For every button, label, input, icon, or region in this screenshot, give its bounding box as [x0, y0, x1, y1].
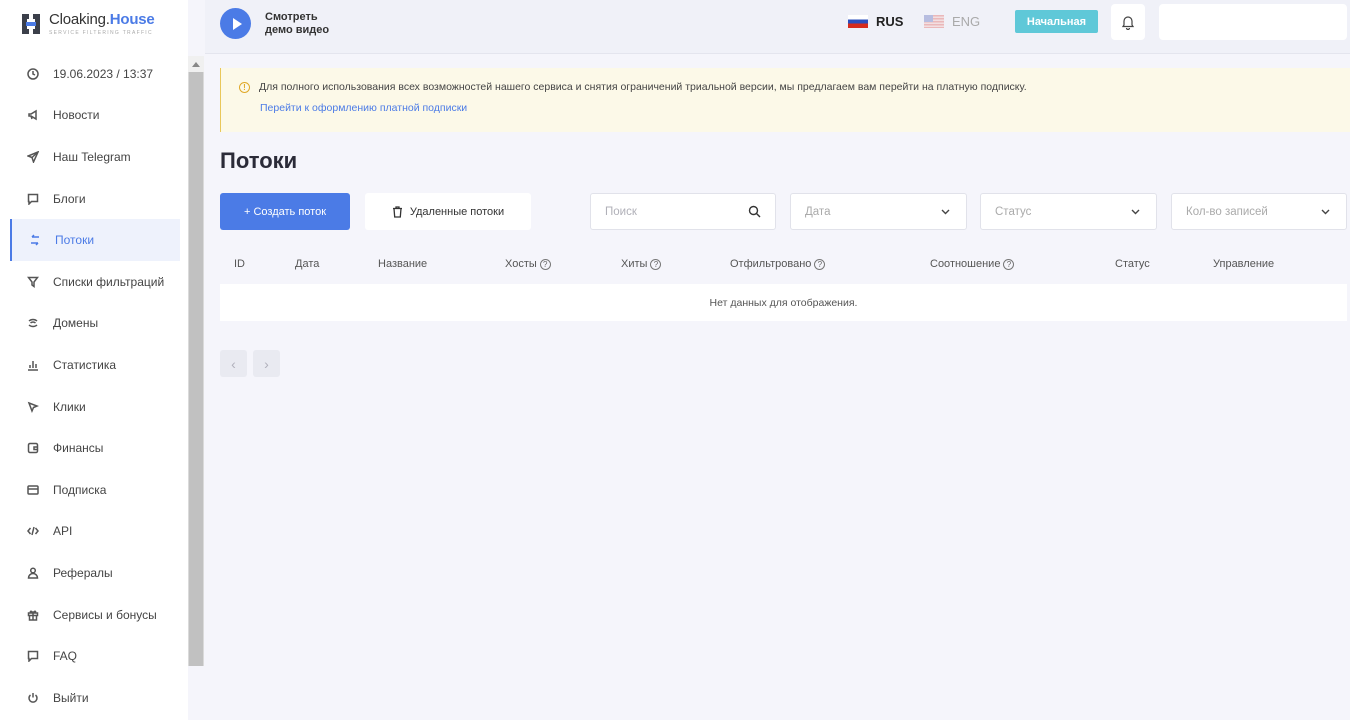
- user-menu[interactable]: [1159, 4, 1347, 40]
- top-header: Смотреть демо видео RUS ENG Начальная: [205, 0, 1350, 54]
- sidebar-item-finance[interactable]: Финансы: [0, 427, 188, 469]
- table-empty-row: Нет данных для отображения.: [220, 284, 1347, 321]
- sidebar-item-logout[interactable]: Выйти: [0, 677, 188, 719]
- table-header: ID Дата Название Хосты? Хиты? Отфильтров…: [220, 252, 1347, 280]
- chevron-right-icon: ›: [264, 355, 269, 372]
- card-icon: [26, 483, 40, 497]
- flag-ru-icon: [848, 15, 868, 28]
- sidebar-item-statistics[interactable]: Статистика: [0, 344, 188, 386]
- sidebar-item-faq[interactable]: FAQ: [0, 635, 188, 677]
- sidebar-item-subscription[interactable]: Подписка: [0, 469, 188, 511]
- wallet-icon: [26, 441, 40, 455]
- code-icon: [26, 524, 40, 538]
- sidebar-nav: 19.06.2023 / 13:37 Новости Наш Telegram …: [0, 53, 188, 719]
- search-input[interactable]: [605, 205, 725, 218]
- chart-icon: [26, 358, 40, 372]
- chevron-down-icon: [1131, 209, 1140, 215]
- sidebar-scrollbar-thumb[interactable]: [189, 72, 203, 666]
- plan-badge[interactable]: Начальная: [1015, 10, 1098, 33]
- column-actions: Управление: [1213, 258, 1275, 270]
- help-icon[interactable]: ?: [1003, 258, 1015, 270]
- flows-icon: [28, 233, 42, 247]
- prev-page-button[interactable]: ‹: [220, 350, 247, 377]
- clock-icon: [26, 67, 40, 81]
- sidebar-item-flows[interactable]: Потоки: [10, 219, 180, 261]
- column-id[interactable]: ID: [234, 258, 245, 270]
- records-count-select[interactable]: Кол-во записей: [1171, 193, 1347, 230]
- demo-video-button[interactable]: Смотреть демо видео: [220, 8, 329, 39]
- sidebar-item-blogs[interactable]: Блоги: [0, 178, 188, 220]
- chat-icon: [26, 649, 40, 663]
- column-hits[interactable]: Хиты?: [621, 258, 662, 270]
- deleted-flows-button[interactable]: Удаленные потоки: [365, 193, 531, 230]
- sidebar-item-services[interactable]: Сервисы и бонусы: [0, 594, 188, 636]
- sidebar-item-referrals[interactable]: Рефералы: [0, 552, 188, 594]
- lang-ru-button[interactable]: RUS: [848, 14, 903, 29]
- filter-icon: [26, 275, 40, 289]
- status-select[interactable]: Статус: [980, 193, 1157, 230]
- sidebar-item-clicks[interactable]: Клики: [0, 386, 188, 428]
- next-page-button[interactable]: ›: [253, 350, 280, 377]
- column-hosts[interactable]: Хосты?: [505, 258, 551, 270]
- logo-tagline: SERVICE FILTERING TRAFFIC: [49, 30, 153, 36]
- date-select[interactable]: Дата: [790, 193, 967, 230]
- create-flow-button[interactable]: + Создать поток: [220, 193, 350, 230]
- chevron-left-icon: ‹: [231, 355, 236, 372]
- column-name[interactable]: Название: [378, 258, 427, 270]
- search-field[interactable]: [590, 193, 776, 230]
- subscribe-link[interactable]: Перейти к оформлению платной подписки: [260, 102, 467, 114]
- notifications-button[interactable]: [1111, 4, 1145, 40]
- flag-us-icon: [924, 15, 944, 28]
- help-icon[interactable]: ?: [539, 258, 551, 270]
- scroll-up-arrow[interactable]: [188, 56, 204, 72]
- chat-icon: [26, 192, 40, 206]
- search-icon: [748, 205, 761, 218]
- user-icon: [26, 566, 40, 580]
- column-filtered[interactable]: Отфильтровано?: [730, 258, 826, 270]
- logo-name: Cloaking.House: [49, 11, 155, 28]
- column-date[interactable]: Дата: [295, 258, 319, 270]
- logo[interactable]: Cloaking.House SERVICE FILTERING TRAFFIC: [20, 8, 185, 40]
- trash-icon: [392, 205, 402, 218]
- notice-text: Для полного использования всех возможнос…: [259, 81, 1027, 93]
- sidebar: Cloaking.House SERVICE FILTERING TRAFFIC…: [0, 0, 188, 720]
- wifi-icon: [26, 316, 40, 330]
- cursor-icon: [26, 400, 40, 414]
- chevron-down-icon: [1321, 209, 1330, 215]
- sidebar-item-news[interactable]: Новости: [0, 95, 188, 137]
- megaphone-icon: [26, 108, 40, 122]
- column-status[interactable]: Статус: [1115, 258, 1150, 270]
- sidebar-item-domains[interactable]: Домены: [0, 303, 188, 345]
- page-title: Потоки: [220, 148, 298, 173]
- bell-icon: [1121, 16, 1135, 30]
- logo-icon: [22, 14, 40, 34]
- help-icon[interactable]: ?: [814, 258, 826, 270]
- trial-notice: ! Для полного использования всех возможн…: [220, 68, 1350, 132]
- help-icon[interactable]: ?: [650, 258, 662, 270]
- chevron-down-icon: [941, 209, 950, 215]
- gift-icon: [26, 608, 40, 622]
- warning-icon: !: [239, 81, 250, 93]
- lang-en-button[interactable]: ENG: [924, 14, 980, 29]
- sidebar-item-datetime: 19.06.2023 / 13:37: [0, 53, 188, 95]
- play-icon: [220, 8, 251, 39]
- power-icon: [26, 691, 40, 705]
- demo-video-label: Смотреть демо видео: [265, 10, 330, 36]
- sidebar-item-telegram[interactable]: Наш Telegram: [0, 136, 188, 178]
- telegram-icon: [26, 150, 40, 164]
- sidebar-item-api[interactable]: API: [0, 511, 188, 553]
- column-ratio[interactable]: Соотношение?: [930, 258, 1015, 270]
- sidebar-item-filter-lists[interactable]: Списки фильтраций: [0, 261, 188, 303]
